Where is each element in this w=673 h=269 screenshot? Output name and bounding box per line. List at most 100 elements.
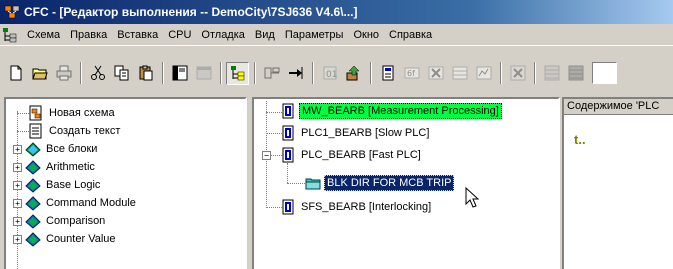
tree-item-counter-value[interactable]: Counter Value (25, 230, 118, 248)
table-button[interactable] (448, 61, 471, 85)
menu-item-cpu[interactable]: CPU (163, 27, 196, 43)
folder-icon (25, 214, 41, 229)
optimize-icon: 01 (323, 66, 337, 80)
block-view-button[interactable] (168, 61, 191, 85)
sheet-icon (196, 66, 211, 80)
connect-button[interactable] (260, 61, 283, 85)
grid-dark-icon (568, 65, 583, 81)
tree-expander[interactable]: + (13, 163, 22, 172)
menu-item-help[interactable]: Справка (384, 27, 437, 43)
task-item-mw-bearb[interactable]: MW_BEARB [Measurement Processing] (280, 102, 502, 120)
tree-expander[interactable]: + (13, 145, 22, 154)
close-chart-button[interactable] (506, 61, 529, 85)
compile-icon (382, 65, 393, 81)
menu-item-options[interactable]: Параметры (280, 27, 349, 43)
chart-item-blk-dir[interactable]: BLK DIR FOR MCB TRIP (305, 174, 455, 192)
tree-item-all-blocks[interactable]: Все блоки (25, 140, 99, 158)
monitor-icon (476, 66, 491, 80)
runtime-tree-pane: MW_BEARB [Measurement Processing] PLC1_B… (252, 97, 560, 269)
mdi-tree-icon[interactable] (2, 27, 18, 43)
close-icon (510, 65, 525, 81)
open-button[interactable] (28, 61, 51, 85)
task-icon (282, 199, 294, 215)
menu-item-view[interactable]: Вид (250, 27, 280, 43)
tree-item-arithmetic[interactable]: Arithmetic (25, 158, 97, 176)
menu-item-debug[interactable]: Отладка (196, 27, 249, 43)
toolbar-separator (370, 62, 372, 84)
folder-icon (25, 160, 41, 175)
open-icon (31, 68, 48, 80)
sheet-view-button[interactable] (192, 61, 215, 85)
tree-collapser[interactable]: − (262, 151, 271, 160)
paste-icon (139, 65, 152, 81)
toolbar-combo-field[interactable] (592, 62, 617, 84)
tree-expander[interactable]: + (13, 217, 22, 226)
tree-item-command-module[interactable]: Command Module (25, 194, 138, 212)
task-icon (282, 125, 294, 141)
optimize-button[interactable]: 01 (318, 61, 341, 85)
toolbar-separator (534, 62, 536, 84)
tree-icon (230, 66, 244, 81)
tree-item-base-logic[interactable]: Base Logic (25, 176, 102, 194)
task-item-sfs-bearb[interactable]: SFS_BEARB [Interlocking] (280, 198, 433, 216)
block-library-pane: Новая схема Создать текст + Все блоки + … (4, 97, 247, 269)
tree-item-create-text[interactable]: Создать текст (28, 122, 122, 140)
content-pane-header[interactable]: Содержимое 'PLC (564, 99, 673, 115)
tree-expander[interactable]: + (13, 235, 22, 244)
tree-item-label: Все блоки (46, 143, 98, 155)
toolbar-separator (162, 62, 164, 84)
cfc-app-icon[interactable] (4, 4, 20, 20)
menu-item-insert[interactable]: Вставка (112, 27, 163, 43)
tree-item-label: BLK DIR FOR MCB TRIP (324, 175, 455, 191)
tree-expander[interactable]: + (13, 181, 22, 190)
tree-view-button[interactable] (226, 61, 249, 85)
svg-text:01: 01 (326, 70, 337, 80)
task-icon (282, 147, 294, 163)
new-chart-icon (29, 105, 42, 121)
tree-item-new-chart[interactable]: Новая схема (28, 104, 117, 122)
menu-bar: Схема Правка Вставка CPU Отладка Вид Пар… (0, 24, 673, 46)
connect-icon (264, 67, 279, 79)
insert-button[interactable] (342, 61, 365, 85)
compile-button[interactable] (376, 61, 399, 85)
tree-item-label: Command Module (46, 197, 136, 209)
tree-item-comparison[interactable]: Comparison (25, 212, 107, 230)
toolbar-separator (80, 62, 82, 84)
folder-icon (25, 196, 41, 211)
tree-guide-line (287, 183, 305, 184)
title-bar[interactable]: CFC - [Редактор выполнения -- DemoCity\7… (0, 0, 673, 24)
print-icon (56, 65, 71, 81)
tree-expander[interactable]: + (13, 199, 22, 208)
copy-button[interactable] (110, 61, 133, 85)
menu-item-schema[interactable]: Схема (22, 27, 65, 43)
run-sequence-button[interactable] (284, 61, 307, 85)
tree-guide-line (287, 163, 288, 183)
folder-icon (25, 178, 41, 193)
delete-icon (428, 66, 443, 80)
print-button[interactable] (52, 61, 75, 85)
task-icon (282, 103, 294, 119)
new-button[interactable] (4, 61, 27, 85)
delete-button[interactable] (424, 61, 447, 85)
paste-button[interactable] (134, 61, 157, 85)
menu-item-edit[interactable]: Правка (65, 27, 112, 43)
grid-button[interactable] (540, 61, 563, 85)
chart-folder-icon (305, 178, 321, 190)
parent-folder-icon[interactable]: t.. (574, 132, 586, 147)
monitor-button[interactable] (472, 61, 495, 85)
copy-icon (114, 65, 128, 81)
cut-button[interactable] (86, 61, 109, 85)
insert-icon (346, 65, 360, 81)
text-icon (29, 123, 42, 139)
menu-item-window[interactable]: Окно (348, 27, 384, 43)
grid-dark-button[interactable] (564, 61, 587, 85)
task-item-plc-bearb[interactable]: PLC_BEARB [Fast PLC] (280, 146, 423, 164)
toolbar-separator (500, 62, 502, 84)
block-icon (172, 65, 187, 81)
task-item-plc1-bearb[interactable]: PLC1_BEARB [Slow PLC] (280, 124, 431, 142)
folder-icon (25, 232, 41, 247)
mouse-cursor-icon (465, 186, 480, 212)
window-title: CFC - [Редактор выполнения -- DemoCity\7… (24, 5, 358, 19)
tree-item-label: PLC1_BEARB [Slow PLC] (301, 127, 430, 139)
parameter-button[interactable]: 6f (400, 61, 423, 85)
